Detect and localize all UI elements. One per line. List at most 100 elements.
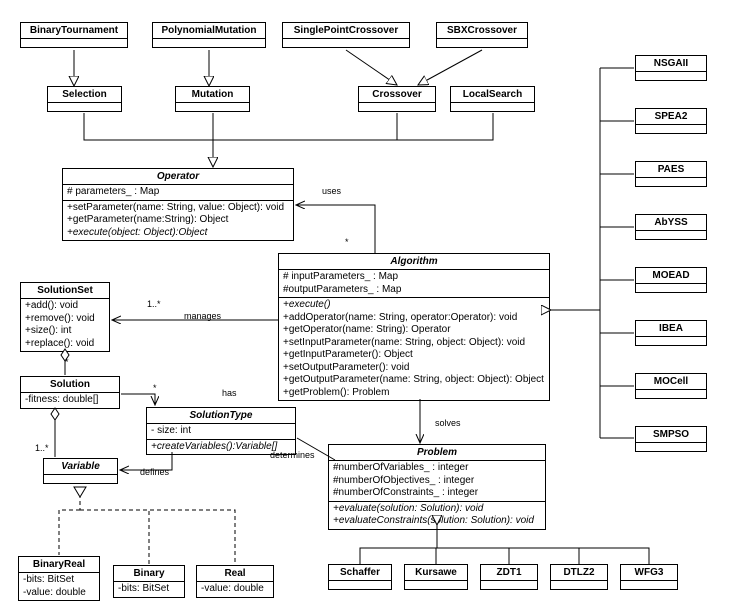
- label-uses: uses: [322, 186, 341, 196]
- class-title: SolutionType: [147, 408, 295, 424]
- op: +execute(object: Object):Object: [67, 227, 289, 240]
- class-Problem: Problem #numberOfVariables_ : integer #n…: [328, 444, 546, 530]
- class-title: SPEA2: [636, 109, 706, 125]
- attrs: #numberOfVariables_ : integer #numberOfO…: [329, 461, 545, 502]
- mult-star: *: [65, 357, 69, 367]
- empty-section: [636, 125, 706, 133]
- class-Crossover: Crossover: [358, 86, 436, 112]
- class-IBEA: IBEA: [635, 320, 707, 346]
- class-title: WFG3: [621, 565, 677, 581]
- class-title: Mutation: [176, 87, 249, 103]
- op: +setInputParameter(name: String, object:…: [283, 337, 545, 350]
- class-WFG3: WFG3: [620, 564, 678, 590]
- empty-section: [636, 284, 706, 292]
- label-solves: solves: [435, 418, 461, 428]
- class-Kursawe: Kursawe: [404, 564, 468, 590]
- class-Variable: Variable: [43, 458, 118, 484]
- attr: -fitness: double[]: [25, 394, 115, 407]
- ops: +execute() +addOperator(name: String, op…: [279, 298, 549, 400]
- empty-section: [329, 581, 391, 589]
- class-DTLZ2: DTLZ2: [550, 564, 608, 590]
- class-title: Binary: [114, 566, 184, 582]
- class-title: PAES: [636, 162, 706, 178]
- empty-section: [636, 390, 706, 398]
- class-BinaryReal: BinaryReal -bits: BitSet -value: double: [18, 556, 100, 601]
- attr: #numberOfObjectives_ : integer: [333, 475, 541, 488]
- class-PolynomialMutation: PolynomialMutation: [152, 22, 266, 48]
- mult-star: *: [345, 237, 349, 247]
- attr: -bits: BitSet: [23, 574, 95, 587]
- class-title: DTLZ2: [551, 565, 607, 581]
- op: +size(): int: [25, 325, 105, 338]
- attr: -bits: BitSet: [118, 583, 180, 596]
- class-title: MOEAD: [636, 268, 706, 284]
- class-title: BinaryTournament: [21, 23, 127, 39]
- attr: - size: int: [151, 425, 291, 438]
- class-SinglePointCrossover: SinglePointCrossover: [282, 22, 410, 48]
- class-Algorithm: Algorithm # inputParameters_ : Map #outp…: [278, 253, 550, 401]
- class-MOCell: MOCell: [635, 373, 707, 399]
- empty-section: [21, 39, 127, 47]
- class-title: NSGAII: [636, 56, 706, 72]
- attrs: -fitness: double[]: [21, 393, 119, 408]
- op: +setOutputParameter(): void: [283, 362, 545, 375]
- attrs: -bits: BitSet -value: double: [19, 573, 99, 600]
- class-title: PolynomialMutation: [153, 23, 265, 39]
- empty-section: [48, 103, 121, 111]
- class-LocalSearch: LocalSearch: [450, 86, 535, 112]
- attrs: # parameters_ : Map: [63, 185, 293, 201]
- class-ZDT1: ZDT1: [480, 564, 538, 590]
- empty-section: [451, 103, 534, 111]
- ops: +setParameter(name: String, value: Objec…: [63, 201, 293, 241]
- empty-section: [551, 581, 607, 589]
- class-title: Operator: [63, 169, 293, 185]
- op: +evaluate(solution: Solution): void: [333, 503, 541, 516]
- empty-section: [481, 581, 537, 589]
- empty-section: [405, 581, 467, 589]
- class-Mutation: Mutation: [175, 86, 250, 112]
- mult-1star: 1..*: [35, 443, 49, 453]
- class-title: IBEA: [636, 321, 706, 337]
- empty-section: [437, 39, 527, 47]
- label-manages: manages: [184, 311, 221, 321]
- class-Operator: Operator # parameters_ : Map +setParamet…: [62, 168, 294, 241]
- op: +remove(): void: [25, 313, 105, 326]
- attr: # parameters_ : Map: [67, 186, 289, 199]
- empty-section: [176, 103, 249, 111]
- mult-1star: 1..*: [147, 299, 161, 309]
- op: +add(): void: [25, 300, 105, 313]
- empty-section: [153, 39, 265, 47]
- class-NSGAII: NSGAII: [635, 55, 707, 81]
- op: +getParameter(name:String): Object: [67, 214, 289, 227]
- class-Schaffer: Schaffer: [328, 564, 392, 590]
- op: +addOperator(name: String, operator:Oper…: [283, 312, 545, 325]
- empty-section: [359, 103, 435, 111]
- class-title: MOCell: [636, 374, 706, 390]
- class-Real: Real -value: double: [196, 565, 274, 598]
- op: +getInputParameter(): Object: [283, 349, 545, 362]
- empty-section: [636, 231, 706, 239]
- class-SPEA2: SPEA2: [635, 108, 707, 134]
- label-defines: defines: [140, 467, 169, 477]
- attr: #numberOfVariables_ : integer: [333, 462, 541, 475]
- attr: # inputParameters_ : Map: [283, 271, 545, 284]
- attr: #numberOfConstraints_ : integer: [333, 487, 541, 500]
- empty-section: [636, 178, 706, 186]
- class-title: Kursawe: [405, 565, 467, 581]
- class-title: ZDT1: [481, 565, 537, 581]
- class-MOEAD: MOEAD: [635, 267, 707, 293]
- class-Selection: Selection: [47, 86, 122, 112]
- class-title: LocalSearch: [451, 87, 534, 103]
- attr: #outputParameters_ : Map: [283, 284, 545, 297]
- class-title: SMPSO: [636, 427, 706, 443]
- attrs: - size: int: [147, 424, 295, 440]
- attrs: -value: double: [197, 582, 273, 597]
- class-title: Crossover: [359, 87, 435, 103]
- op: +replace(): void: [25, 338, 105, 351]
- op: +execute(): [283, 299, 545, 312]
- label-determines: determines: [270, 450, 315, 460]
- mult-star: *: [153, 383, 157, 393]
- class-Solution: Solution -fitness: double[]: [20, 376, 120, 409]
- class-title: Algorithm: [279, 254, 549, 270]
- empty-section: [636, 337, 706, 345]
